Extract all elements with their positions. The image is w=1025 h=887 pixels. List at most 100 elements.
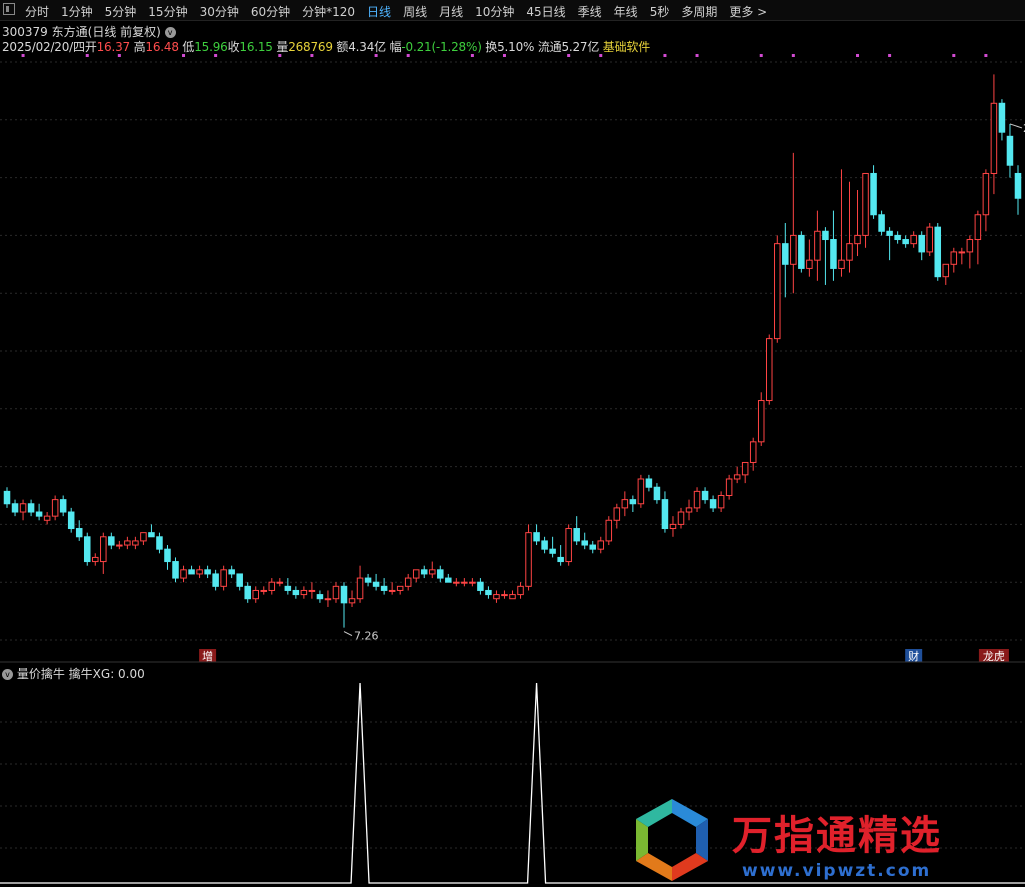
candle (822, 230, 829, 241)
event-badge-label: 龙虎 (983, 650, 1005, 663)
candle (148, 532, 155, 538)
candle (43, 515, 51, 521)
tab-6[interactable]: 分钟*120 (302, 3, 355, 20)
candle (806, 259, 813, 269)
logo-icon (636, 799, 708, 881)
candle (950, 251, 958, 265)
candle (830, 239, 837, 269)
candle (356, 577, 364, 600)
tab-4[interactable]: 30分钟 (200, 3, 239, 20)
candle (525, 532, 532, 587)
tab-12[interactable]: 季线 (578, 3, 602, 20)
candle (846, 243, 853, 261)
stock-code: 300379 (2, 25, 48, 39)
candle (653, 486, 661, 501)
candle (782, 243, 789, 265)
tab-3[interactable]: 15分钟 (148, 3, 187, 20)
candle (501, 594, 508, 597)
tab-11[interactable]: 45日线 (526, 3, 565, 20)
candle (292, 589, 300, 596)
tab-10[interactable]: 10分钟 (475, 3, 514, 20)
candle (348, 598, 356, 604)
candle (557, 556, 564, 563)
candle (998, 102, 1006, 133)
candle (156, 536, 163, 550)
candle (380, 585, 388, 591)
signal-marker (599, 54, 603, 57)
candle (910, 234, 917, 245)
period-tabs: 分时 1分钟 5分钟 15分钟 30分钟 60分钟 分钟*120 日线 周线 月线 10分钟 45日线… (25, 3, 767, 20)
chevron-down-icon[interactable]: v (164, 27, 176, 38)
candle (685, 507, 693, 513)
candle (51, 499, 59, 517)
candle (188, 569, 195, 575)
signal-marker (502, 54, 506, 57)
watermark-title: 万指通精选 (732, 813, 942, 859)
candle (581, 540, 588, 546)
candle (733, 474, 741, 480)
candle (741, 461, 749, 476)
candle (549, 548, 556, 554)
candle (701, 490, 709, 501)
low-label: 7.26 (354, 630, 379, 643)
candle (725, 478, 733, 497)
candle (757, 400, 765, 443)
signal-marker (791, 54, 795, 57)
candle (332, 585, 340, 600)
candle (388, 589, 396, 592)
candle (870, 172, 877, 216)
watermark: 万指通精选 www.vipwzt.com (622, 795, 1022, 885)
signal-marker (759, 54, 763, 57)
candle (645, 478, 653, 488)
candle (429, 569, 436, 575)
signal-marker (695, 54, 699, 57)
chevron-down-icon[interactable]: v (2, 669, 13, 680)
candle (180, 569, 187, 579)
candle (132, 540, 139, 546)
candle (629, 499, 637, 505)
candle (1006, 135, 1014, 166)
candle (589, 544, 596, 550)
candle (597, 540, 605, 550)
candle (621, 499, 629, 509)
chart-mode: (日线 前复权) (87, 25, 161, 39)
candle (244, 585, 251, 600)
candle (493, 594, 500, 600)
candle (340, 585, 348, 604)
candle (260, 589, 268, 592)
signal-marker (374, 54, 378, 57)
tab-15[interactable]: 多周期 (681, 3, 717, 20)
candle (894, 234, 901, 241)
candlestick-chart[interactable]: 7.262增财龙虎 (0, 52, 1025, 663)
signal-marker (663, 54, 667, 57)
candle (19, 503, 27, 513)
candle (3, 490, 11, 505)
candle (140, 532, 147, 542)
candle (364, 577, 372, 583)
panel-toggle-icon[interactable] (3, 3, 15, 15)
candle (918, 234, 925, 253)
candle (469, 581, 476, 584)
tab-0[interactable]: 分时 (25, 3, 49, 20)
candle (749, 441, 757, 463)
candle (509, 594, 516, 600)
tab-7[interactable]: 日线 (367, 3, 391, 20)
tab-14[interactable]: 5秒 (650, 3, 670, 20)
event-badge-label: 增 (202, 649, 213, 663)
candle (372, 581, 380, 587)
candle (669, 523, 677, 530)
candle (613, 507, 621, 521)
tab-16[interactable]: 更多 > (729, 3, 767, 20)
tab-8[interactable]: 周线 (403, 3, 427, 20)
candle (236, 573, 243, 587)
candle (212, 573, 219, 587)
candle (878, 214, 885, 232)
tab-2[interactable]: 5分钟 (105, 3, 137, 20)
candle (396, 585, 404, 591)
tab-5[interactable]: 60分钟 (251, 3, 290, 20)
tab-13[interactable]: 年线 (614, 3, 638, 20)
tab-9[interactable]: 月线 (439, 3, 463, 20)
signal-marker (984, 54, 988, 57)
tab-1[interactable]: 1分钟 (61, 3, 93, 20)
candle (164, 548, 171, 563)
